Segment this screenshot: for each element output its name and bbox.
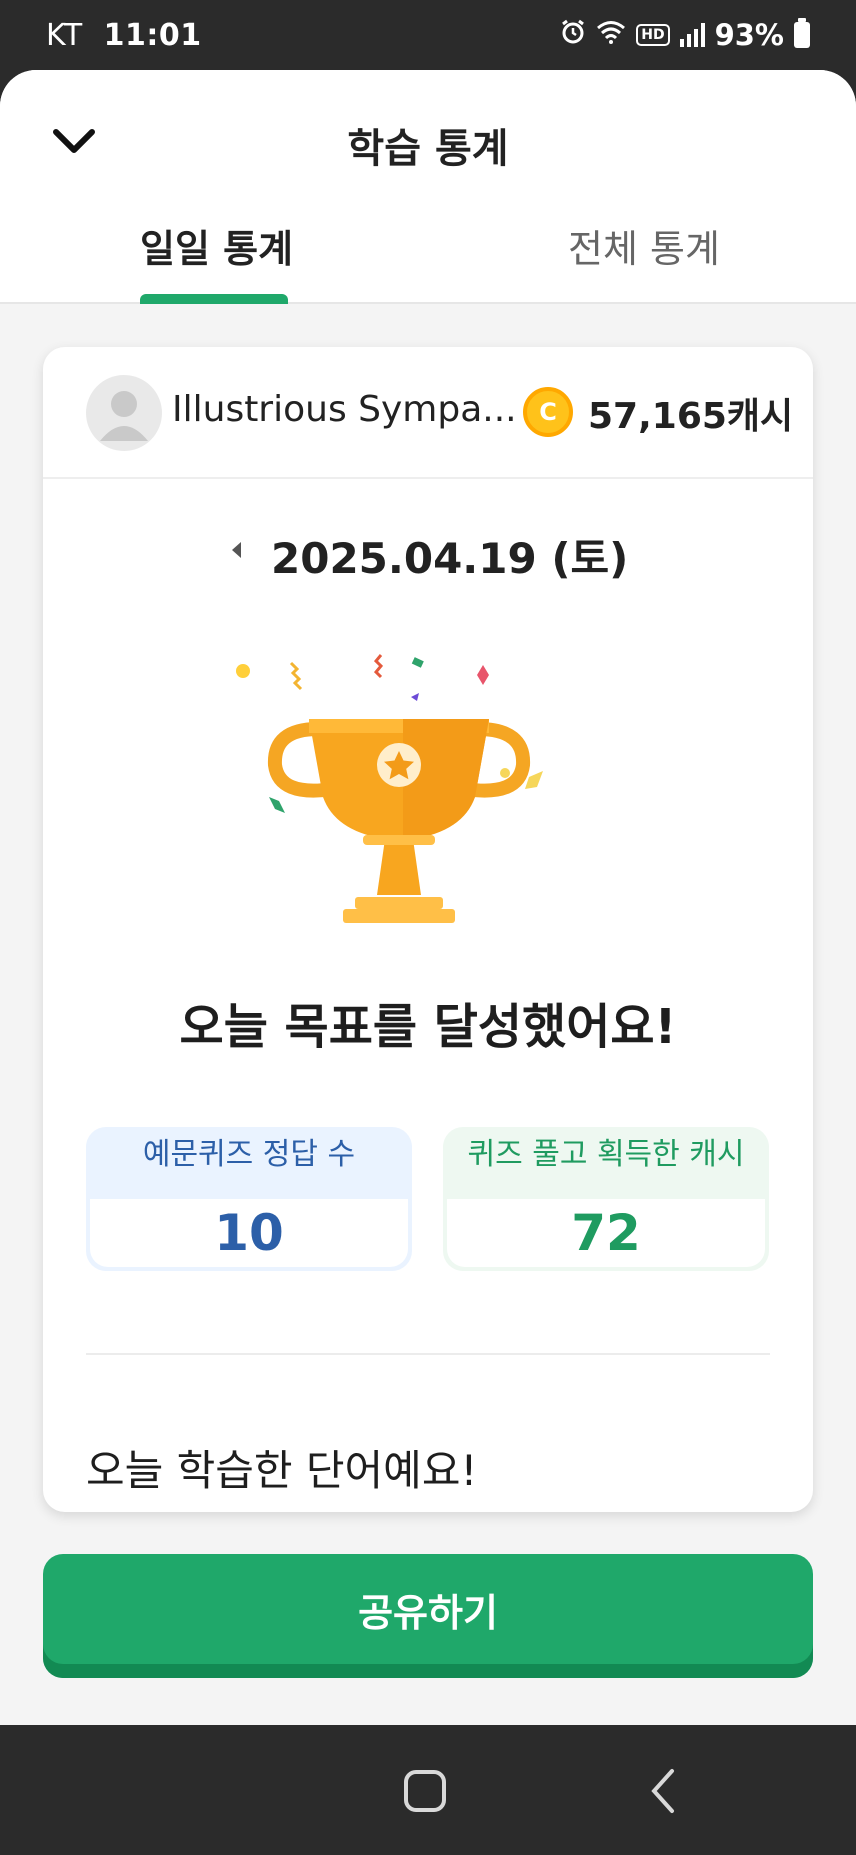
cash-balance: 57,165캐시 [588,396,794,437]
back-button[interactable] [648,1767,678,1815]
coin-icon: C [523,387,573,437]
daily-stats-card: Illustrious Sympa... C 57,165캐시 2025.04.… [43,347,813,1512]
home-button[interactable] [404,1770,446,1812]
user-icon [100,391,148,441]
previous-date-button[interactable] [227,535,247,565]
date-label: 2025.04.19 (토) [271,534,629,583]
earned-cash-stat: 퀴즈 풀고 획득한 캐시 72 [443,1127,769,1271]
username: Illustrious Sympa... [172,389,517,430]
battery-percent: 93% [714,18,784,52]
stat-title: 예문퀴즈 정답 수 [142,1137,356,1172]
quiz-correct-stat: 예문퀴즈 정답 수 10 [86,1127,412,1271]
share-button[interactable]: 공유하기 [43,1554,813,1678]
trophy-illustration [236,654,543,923]
stat-title: 퀴즈 풀고 획득한 캐시 [467,1137,745,1172]
screen: KT 11:01 HD 93% 학습 통계 일일 통계 전체 통계 Illust… [0,0,856,1855]
clock: 11:01 [103,17,202,53]
statistics-sheet: 학습 통계 일일 통계 전체 통계 Illustrious Sympa... C… [0,70,856,1725]
goal-achieved-message: 오늘 목표를 달성했어요! [179,999,677,1055]
status-left: KT 11:01 [46,18,202,53]
active-tab-indicator [140,294,288,304]
tab-daily-stats[interactable]: 일일 통계 [140,218,293,273]
caret-left-icon [232,542,241,558]
wifi-icon [596,20,626,50]
status-right: HD 93% [560,18,810,52]
hd-voice-icon: HD [636,24,670,46]
battery-icon [794,18,810,48]
stat-value: 10 [90,1199,408,1267]
learned-words-title: 오늘 학습한 단어예요! [86,1446,478,1495]
page-title: 학습 통계 [347,126,509,172]
stat-value: 72 [447,1199,765,1267]
back-chevron-icon [651,1769,674,1813]
status-bar: KT 11:01 HD 93% [0,0,856,70]
carrier-label: KT [46,17,83,53]
tab-total-stats[interactable]: 전체 통계 [568,218,720,273]
profile-row: Illustrious Sympa... C 57,165캐시 [43,347,813,479]
avatar [86,375,162,451]
header: 학습 통계 일일 통계 전체 통계 [0,70,856,304]
divider [86,1353,770,1355]
signal-icon [679,23,705,47]
alarm-icon [560,19,586,51]
navigation-bar [0,1725,856,1855]
